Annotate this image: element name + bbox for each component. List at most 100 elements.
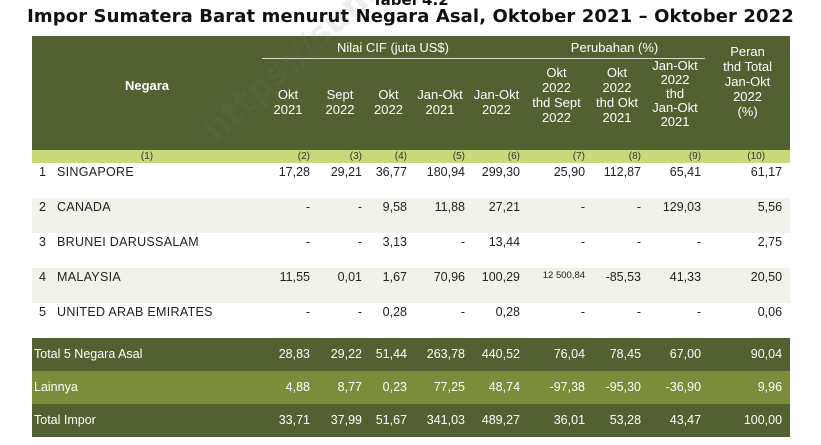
value-cell: 0,01: [314, 267, 366, 303]
value-cell: 0,28: [469, 302, 525, 338]
value-cell: -: [411, 232, 469, 268]
value-cell: -: [314, 302, 366, 338]
table-row: 4 MALAYSIA 11,55 0,01 1,67 70,96 100,29 12 500,…: [32, 267, 791, 303]
value-cell: 11,55: [262, 267, 314, 303]
total-value-cell: 77,25: [411, 370, 469, 404]
total-value-cell: -36,90: [645, 370, 706, 404]
country-name: MALAYSIA: [57, 269, 121, 284]
page-title: Impor Sumatera Barat menurut Negara Asal…: [27, 6, 794, 27]
country-name: UNITED ARAB EMIRATES: [57, 304, 213, 319]
total-value-cell: -97,38: [524, 370, 590, 404]
value-cell: 112,87: [589, 162, 646, 198]
total-label: Total Impor: [32, 403, 262, 437]
value-cell: -: [262, 302, 314, 338]
value-cell: -: [589, 197, 646, 233]
value-cell: 0,06: [705, 302, 791, 338]
total-value-cell: 76,04: [524, 337, 590, 371]
value-cell: -: [314, 232, 366, 268]
value-cell: 70,96: [411, 267, 469, 303]
header-col-3: Sept 2022: [314, 58, 366, 150]
value-cell: 100,29: [469, 267, 525, 303]
total-value-cell: 67,00: [645, 337, 706, 371]
header-col-5: Jan-Okt 2021: [411, 58, 469, 150]
value-cell: 9,58: [366, 197, 411, 233]
value-cell: 17,28: [262, 162, 314, 198]
total-value-cell: 341,03: [411, 403, 469, 437]
value-cell: -: [645, 232, 706, 268]
table-row: 1 SINGAPORE 17,28 29,21 36,77 180,94 299,30 25,…: [32, 162, 791, 198]
value-cell: -: [589, 232, 646, 268]
col-number: (1): [32, 149, 262, 163]
row-number: 5: [39, 304, 47, 319]
value-cell: 11,88: [411, 197, 469, 233]
row-number: 2: [39, 199, 47, 214]
header-col-6: Jan-Okt 2022: [469, 58, 525, 150]
column-number-row: (1) (2) (3) (4) (5) (6) (7) (8) (9) (10): [32, 149, 791, 163]
country-name: CANADA: [57, 199, 111, 214]
header-perubahan: Perubahan (%): [524, 36, 706, 59]
value-cell: 299,30: [469, 162, 525, 198]
value-cell: 180,94: [411, 162, 469, 198]
header-negara: Negara: [32, 36, 262, 150]
total-value-cell: 51,67: [366, 403, 411, 437]
total-value-cell: 28,83: [262, 337, 314, 371]
row-number: 1: [39, 164, 47, 179]
value-cell: 20,50: [705, 267, 791, 303]
total-value-cell: 51,44: [366, 337, 411, 371]
col-number: (9): [645, 149, 706, 163]
value-cell: 65,41: [645, 162, 706, 198]
total-value-cell: 489,27: [469, 403, 525, 437]
col-number: (4): [366, 149, 411, 163]
value-cell: -: [314, 197, 366, 233]
value-cell: -: [262, 232, 314, 268]
value-cell: 129,03: [645, 197, 706, 233]
table-row: 2 CANADA - -9,58 11,88 27,21- -129,03 5,56: [32, 197, 791, 233]
row-number: 4: [39, 269, 47, 284]
header-col-2: Okt 2021: [262, 58, 314, 150]
value-cell: 27,21: [469, 197, 525, 233]
total-value-cell: 263,78: [411, 337, 469, 371]
value-cell: 3,13: [366, 232, 411, 268]
country-cell: 5 UNITED ARAB EMIRATES: [32, 302, 262, 338]
value-cell: -: [589, 302, 646, 338]
col-number: (6): [469, 149, 525, 163]
total-impor-row: Total Impor 33,71 37,99 51,67 341,03 489,27 36…: [32, 403, 791, 437]
value-cell: -: [524, 232, 590, 268]
value-cell: -: [411, 302, 469, 338]
col-number: (10): [705, 149, 791, 163]
col-number: (2): [262, 149, 314, 163]
total-label: Total 5 Negara Asal: [32, 337, 262, 371]
country-cell: 2 CANADA: [32, 197, 262, 233]
value-cell: -: [524, 197, 590, 233]
total-value-cell: 33,71: [262, 403, 314, 437]
total-value-cell: 29,22: [314, 337, 366, 371]
value-cell: -: [645, 302, 706, 338]
header-col-4: Okt 2022: [366, 58, 411, 150]
import-table: Negara Nilai CIF (juta US$) Perubahan (%…: [32, 36, 791, 437]
country-name: SINGAPORE: [57, 164, 135, 179]
header-nilai-cif: Nilai CIF (juta US$): [262, 36, 525, 59]
col-number: (7): [524, 149, 590, 163]
total-5-row: Total 5 Negara Asal 28,83 29,22 51,44 263,78…: [32, 337, 791, 371]
value-cell: 36,77: [366, 162, 411, 198]
value-cell: 0,28: [366, 302, 411, 338]
table-row: 5 UNITED ARAB EMIRATES - -0,28-0,28- - -0,06: [32, 302, 791, 338]
header-col-7: Okt 2022 thd Sept 2022: [524, 58, 590, 150]
header-col-8: Okt 2022 thd Okt 2021: [589, 58, 646, 150]
value-cell: 12 500,84: [524, 267, 590, 303]
table-row: 3 BRUNEI DARUSSALAM - -3,13-13,44- - -2,75: [32, 232, 791, 268]
total-value-cell: 100,00: [705, 403, 791, 437]
country-cell: 3 BRUNEI DARUSSALAM: [32, 232, 262, 268]
total-value-cell: 36,01: [524, 403, 590, 437]
total-value-cell: 9,96: [705, 370, 791, 404]
country-cell: 1 SINGAPORE: [32, 162, 262, 198]
lainnya-row: Lainnya 4,88 8,77 0,23 77,25 48,74 -97,38 -95,3…: [32, 370, 791, 404]
col-number: (8): [589, 149, 646, 163]
header-col-9: Jan-Okt 2022 thd Jan-Okt 2021: [645, 58, 706, 150]
value-cell: 5,56: [705, 197, 791, 233]
total-value-cell: 37,99: [314, 403, 366, 437]
value-cell: 25,90: [524, 162, 590, 198]
country-name: BRUNEI DARUSSALAM: [57, 234, 199, 249]
total-value-cell: 90,04: [705, 337, 791, 371]
row-number: 3: [39, 234, 47, 249]
